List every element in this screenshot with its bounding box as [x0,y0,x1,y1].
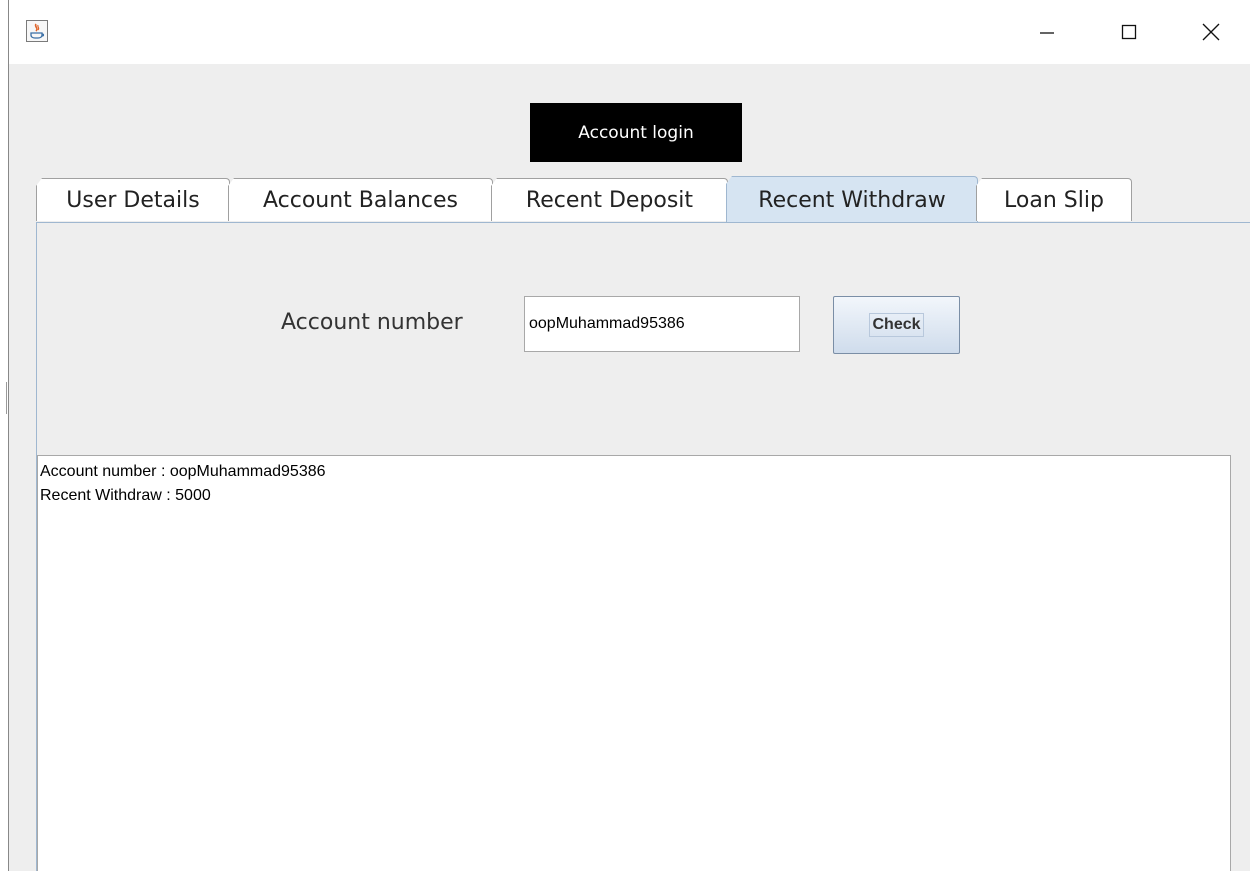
account-number-label: Account number [281,310,463,335]
app-window: Account login User Details Account Balan… [8,0,1250,871]
tab-account-balances[interactable]: Account Balances [228,178,493,221]
minimize-icon [1040,32,1054,34]
window-resize-edge [6,382,7,414]
account-number-input[interactable] [524,296,800,352]
tab-recent-deposit[interactable]: Recent Deposit [491,178,728,221]
minimize-button[interactable] [1024,0,1070,64]
result-line-withdraw: Recent Withdraw : 5000 [40,487,211,504]
close-button[interactable] [1188,0,1234,64]
check-button-label: Check [869,313,924,337]
tab-loan-slip[interactable]: Loan Slip [976,178,1132,221]
maximize-button[interactable] [1106,0,1152,64]
result-line-account: Account number : oopMuhammad95386 [40,463,326,480]
tab-user-details[interactable]: User Details [36,178,230,221]
tab-strip: User Details Account Balances Recent Dep… [36,176,1250,223]
tab-recent-withdraw[interactable]: Recent Withdraw [726,176,978,223]
java-app-icon [26,20,48,42]
maximize-icon [1121,24,1137,40]
account-login-button[interactable]: Account login [530,103,742,162]
title-bar [9,0,1250,64]
check-button[interactable]: Check [833,296,960,354]
close-icon [1202,23,1220,41]
result-text-area[interactable]: Account number : oopMuhammad95386 Recent… [37,455,1231,871]
